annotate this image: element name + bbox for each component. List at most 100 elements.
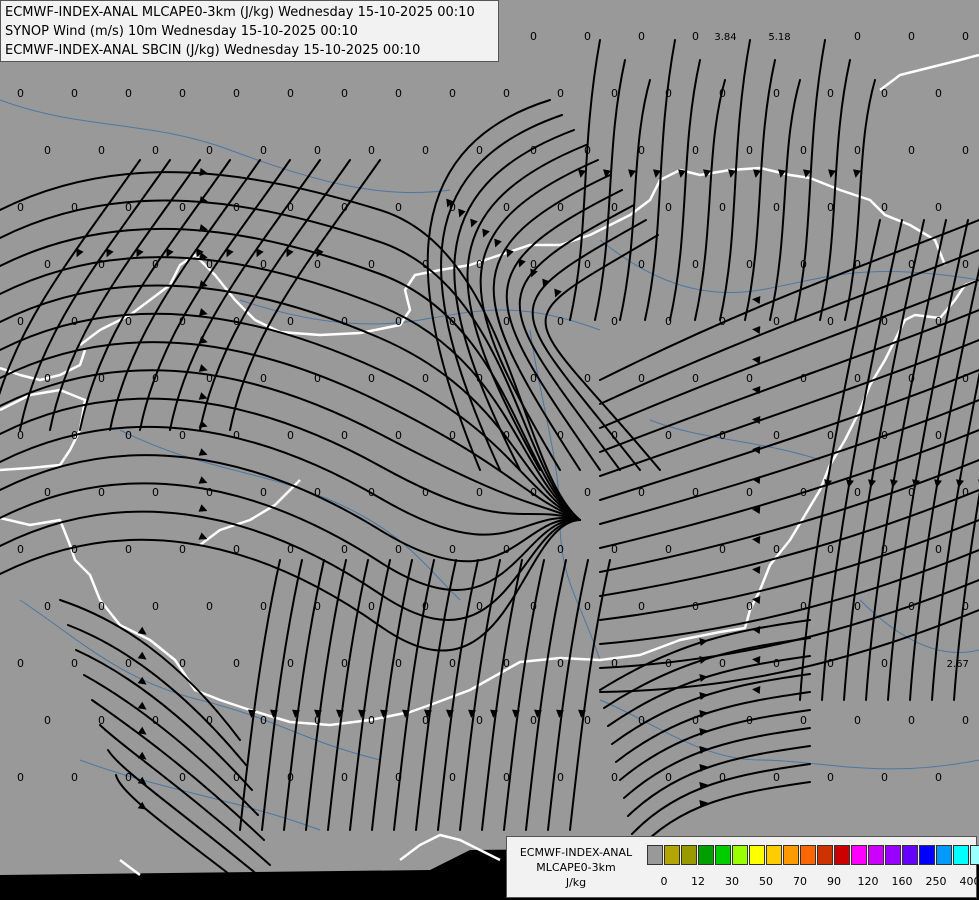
title-box: ECMWF-INDEX-ANAL MLCAPE0-3km (J/kg) Wedn…: [0, 0, 499, 62]
station-value: 0: [233, 87, 240, 100]
station-value: 0: [692, 486, 699, 499]
station-value: 0: [773, 429, 780, 442]
station-value: 0: [557, 429, 564, 442]
station-value: 0: [341, 429, 348, 442]
legend-swatch: [732, 845, 748, 865]
station-value: 0: [746, 600, 753, 613]
station-value: 0: [800, 486, 807, 499]
station-value: 0: [341, 657, 348, 670]
station-value: 0: [530, 714, 537, 727]
station-value: 0: [422, 486, 429, 499]
station-value: 0: [179, 315, 186, 328]
station-value: 0: [692, 30, 699, 43]
legend-swatch: [647, 845, 663, 865]
station-value: 0: [287, 429, 294, 442]
station-value: 0: [44, 714, 51, 727]
station-value: 0: [125, 771, 132, 784]
station-value: 0: [476, 372, 483, 385]
station-value: 0: [854, 714, 861, 727]
station-value: 0: [314, 258, 321, 271]
station-value: 0: [395, 201, 402, 214]
station-value: 0: [395, 543, 402, 556]
title-line-mlcape: ECMWF-INDEX-ANAL MLCAPE0-3km (J/kg) Wedn…: [5, 5, 475, 20]
station-value: 0: [773, 543, 780, 556]
station-value: 0: [260, 258, 267, 271]
station-value: 0: [935, 429, 942, 442]
station-value: 0: [935, 201, 942, 214]
station-value: 0: [71, 429, 78, 442]
station-value: 0: [935, 315, 942, 328]
station-value: 0: [395, 87, 402, 100]
station-value: 0: [962, 258, 969, 271]
station-value: 0: [881, 543, 888, 556]
legend-swatch: [834, 845, 850, 865]
station-value: 0: [773, 315, 780, 328]
station-value: 0: [854, 30, 861, 43]
station-value: 0: [530, 600, 537, 613]
station-value: 0: [611, 657, 618, 670]
station-value: 0: [665, 771, 672, 784]
station-value: 0: [206, 258, 213, 271]
station-value: 0: [314, 144, 321, 157]
station-value: 0: [638, 372, 645, 385]
station-value: 0: [557, 771, 564, 784]
station-value: 0: [746, 372, 753, 385]
station-value: 0: [260, 144, 267, 157]
legend-tick-label: 400: [959, 875, 979, 888]
station-value: 0: [287, 315, 294, 328]
station-value: 0: [98, 486, 105, 499]
station-value: 0: [260, 714, 267, 727]
station-value: 0: [368, 600, 375, 613]
station-value: 0: [719, 315, 726, 328]
station-value: 0: [665, 87, 672, 100]
station-value: 0: [638, 714, 645, 727]
station-value: 0: [206, 144, 213, 157]
station-value: 0: [152, 714, 159, 727]
station-value: 0: [179, 87, 186, 100]
station-value: 0: [665, 315, 672, 328]
station-value: 0: [557, 657, 564, 670]
station-value: 0: [17, 543, 24, 556]
station-value: 0: [206, 372, 213, 385]
station-value: 0: [476, 144, 483, 157]
station-value: 0: [584, 372, 591, 385]
station-value: 0: [152, 372, 159, 385]
station-value: 0: [962, 714, 969, 727]
station-value: 0: [665, 201, 672, 214]
station-value: 0: [179, 543, 186, 556]
legend-swatch: [970, 845, 979, 865]
station-value: 0: [773, 87, 780, 100]
station-value: 0: [962, 30, 969, 43]
station-value: 0: [98, 372, 105, 385]
station-value-special: 3.84: [714, 32, 736, 43]
station-value-special: 5.18: [768, 32, 790, 43]
legend-tick-label: 90: [827, 875, 841, 888]
station-value: 0: [395, 657, 402, 670]
station-value: 0: [422, 372, 429, 385]
station-value: 0: [71, 201, 78, 214]
station-value: 0: [287, 201, 294, 214]
title-line-sbcin: ECMWF-INDEX-ANAL SBCIN (J/kg) Wednesday …: [5, 43, 421, 58]
station-value: 0: [908, 600, 915, 613]
station-value: 0: [503, 87, 510, 100]
legend-swatch: [817, 845, 833, 865]
station-value: 0: [908, 258, 915, 271]
station-value: 0: [557, 543, 564, 556]
station-value: 0: [638, 486, 645, 499]
station-value: 0: [584, 144, 591, 157]
station-value: 0: [449, 657, 456, 670]
station-value: 0: [962, 144, 969, 157]
station-value: 0: [611, 429, 618, 442]
station-value: 0: [314, 372, 321, 385]
station-value: 0: [908, 144, 915, 157]
station-value: 0: [692, 372, 699, 385]
station-value: 0: [854, 486, 861, 499]
legend-swatch: [783, 845, 799, 865]
station-value: 0: [962, 600, 969, 613]
station-value: 0: [665, 657, 672, 670]
station-value: 0: [827, 201, 834, 214]
station-value: 0: [449, 771, 456, 784]
station-value: 0: [800, 372, 807, 385]
station-value: 0: [287, 771, 294, 784]
legend-tick-label: 160: [891, 875, 913, 888]
